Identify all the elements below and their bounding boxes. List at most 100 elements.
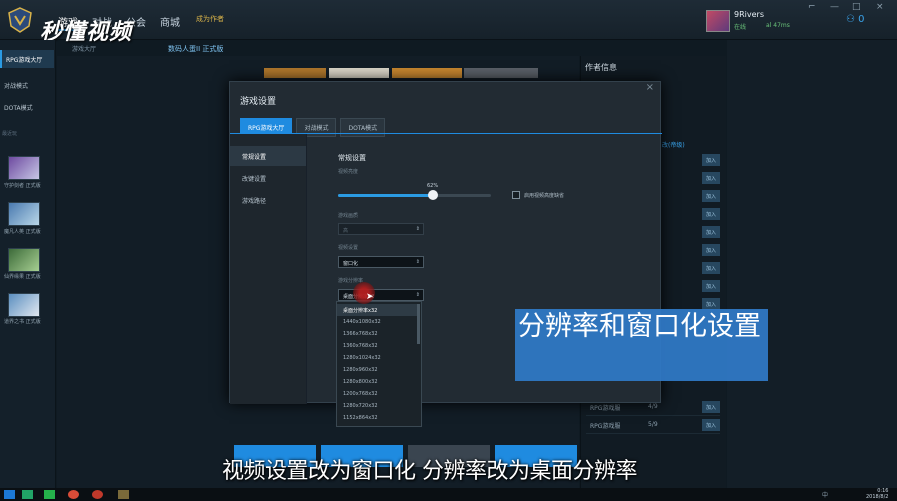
background-area [727,40,897,490]
join-button[interactable]: 加入 [702,244,720,256]
room-name: RPG游戏服 [590,405,621,412]
subnav-game-link[interactable]: 数码人蛋II 正式版 [168,44,223,54]
recorder-icon[interactable] [92,490,103,499]
room-row[interactable]: RPG游戏服 5/9 [586,416,720,434]
join-button[interactable]: 加入 [702,280,720,292]
resolution-option[interactable]: 1200x768x32 [337,388,417,400]
settings-nav-keys[interactable]: 改键设置 [230,168,306,188]
friend-count-value: 0 [858,14,865,25]
rank-link-label: 改(帝级) [662,142,685,149]
brightness-value: 62% [427,183,439,189]
app-logo-icon [8,7,32,33]
user-status: 在线 [734,24,747,31]
resolution-option[interactable]: 1152x864x32 [337,412,417,424]
game-thumbnail[interactable] [8,156,40,180]
maximize-button[interactable]: □ [852,2,861,12]
join-button[interactable]: 加入 [702,154,720,166]
room-count: 5/9 [648,421,658,428]
clock: 0:16 2018/8/2 [866,488,888,500]
join-button[interactable]: 加入 [702,172,720,184]
brightness-slider[interactable] [338,190,491,200]
recent-label: 最近玩 [2,131,18,137]
settings-nav-path[interactable]: 游戏路径 [230,190,306,210]
app-window: 游戏 对战 公会 商城 成为作者 9Rivers 在线 al 47ms ⚇ 0 … [0,0,897,501]
caption-text: 分辨率和窗口化设置 [518,311,761,342]
game-label: 道界之书 正式版 [4,319,41,325]
brightness-label: 视频亮度 [338,169,359,175]
person-icon: ⚇ [846,14,859,25]
room-count: 4/9 [648,403,658,410]
game-banner[interactable] [464,68,538,78]
room-name: RPG游戏服 [590,423,621,430]
join-button[interactable]: 加入 [702,226,720,238]
resolution-option[interactable]: 1280x960x32 [337,364,417,376]
join-button[interactable]: 加入 [702,190,720,202]
ime-indicator[interactable]: 中 [822,490,828,499]
join-button[interactable]: 加入 [702,208,720,220]
scrollbar[interactable] [417,304,420,344]
friend-count[interactable]: ⚇ 0 [846,14,865,25]
section-title: 常规设置 [338,154,366,162]
game-label: 仙界缘果 正式版 [4,274,41,280]
resolution-option[interactable]: 1280x720x32 [337,400,417,412]
game-label: 守护剑者 正式版 [4,183,41,189]
start-icon[interactable] [4,490,15,499]
resolution-option[interactable]: 1280x1024x32 [337,352,417,364]
sidebar-item-rpg[interactable]: RPG游戏大厅 [0,50,54,68]
display-mode-label: 视频设置 [338,245,359,251]
close-icon[interactable]: × [646,82,654,93]
resolution-option[interactable]: 1440x1080x32 [337,316,417,328]
nav-shop[interactable]: 商城 [160,14,180,31]
resolution-dropdown: 桌面分辨率x32 1440x1080x32 1366x768x32 1360x7… [336,301,422,427]
excel-icon[interactable] [22,490,33,499]
browser-icon[interactable] [68,490,79,499]
quality-label: 游戏画质 [338,213,359,219]
settings-nav-general[interactable]: 常规设置 [230,146,306,166]
slider-fill [338,194,433,197]
chevron-updown-icon: ⇕ [415,292,420,298]
slider-handle[interactable] [428,190,438,200]
sidebar-item-battle[interactable]: 对战模式 [0,76,54,94]
game-banner[interactable] [329,68,389,78]
mouse-pointer-icon: ➤ [366,292,374,302]
sidebar-item-dota[interactable]: DOTA模式 [0,98,54,116]
game-thumbnail[interactable] [8,202,40,226]
become-author-link[interactable]: 成为作者 [196,14,224,24]
display-mode-value: 窗口化 [343,261,359,267]
avatar[interactable] [706,10,730,32]
author-info-title: 作者信息 [585,63,617,72]
quality-select[interactable]: 高 ⇕ [338,223,424,235]
hd-checkbox-label: 启用视频高度缺省 [524,193,565,199]
join-button[interactable]: 加入 [702,419,720,431]
top-bar: 游戏 对战 公会 商城 成为作者 9Rivers 在线 al 47ms ⚇ 0 … [0,0,897,40]
skin-icon[interactable]: ⌐ [808,2,816,12]
game-banner[interactable] [264,68,326,78]
resolution-option[interactable]: 1280x800x32 [337,376,417,388]
dialog-title: 游戏设置 [240,97,277,107]
game-thumbnail[interactable] [8,248,40,272]
hd-checkbox[interactable] [512,191,520,199]
join-button[interactable]: 加入 [702,401,720,413]
resolution-option[interactable]: 1366x768x32 [337,328,417,340]
game-thumbnail[interactable] [8,293,40,317]
tab-dota[interactable]: DOTA模式 [340,118,386,137]
subnav-label: 游戏大厅 [72,46,97,53]
resolution-option[interactable]: 桌面分辨率x32 [337,304,417,316]
resolution-select[interactable]: 桌面分辨率32 ⇕ [338,289,424,301]
minimize-button[interactable]: — [830,2,839,12]
user-latency: al 47ms [766,22,790,29]
join-button[interactable]: 加入 [702,262,720,274]
chevron-updown-icon: ⇕ [415,259,420,265]
chevron-updown-icon: ⇕ [415,226,420,232]
close-button[interactable]: × [876,2,884,12]
display-mode-select[interactable]: 窗口化 ⇕ [338,256,424,268]
video-subtitle: 视频设置改为窗口化 分辨率改为桌面分辨率 [222,459,638,484]
game-label: 魔凡人英 正式版 [4,229,41,235]
resolution-option[interactable]: 1360x768x32 [337,340,417,352]
settings-sidebar: 常规设置 改键设置 游戏路径 [230,134,307,404]
game-taskbar-icon[interactable] [118,490,129,499]
clock-date: 2018/8/2 [866,494,889,500]
wechat-icon[interactable] [44,490,55,499]
taskbar [0,488,897,501]
game-banner[interactable] [392,68,462,78]
